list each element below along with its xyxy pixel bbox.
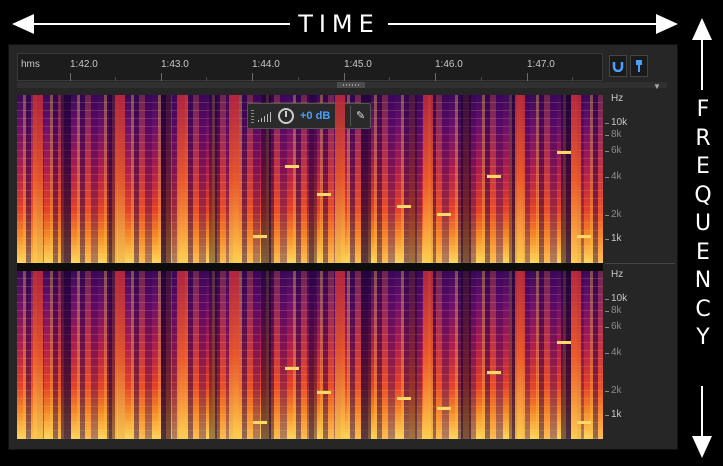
ruler-tick-label: 1:44.0	[252, 59, 280, 70]
axis-unit: Hz	[611, 93, 624, 104]
axis-label: 8k	[611, 129, 622, 140]
arrow-right-icon	[656, 14, 678, 34]
axis-label: 4k	[611, 171, 622, 182]
axis-label: 2k	[611, 385, 622, 396]
magnet-icon	[612, 62, 624, 72]
axis-label: 4k	[611, 347, 622, 358]
ruler-tick-label: 1:45.0	[344, 59, 372, 70]
marker-button[interactable]	[630, 55, 648, 77]
time-annotation: TIME	[0, 8, 683, 40]
frequency-axis-top: Hz 10k 8k 6k 4k 2k 1k	[605, 93, 675, 263]
ruler-unit-label: hms	[21, 59, 40, 70]
spectral-editor-panel: hms 1:42.0 1:43.0 1:44.0 1:45.0 1:46.0 1…	[8, 44, 678, 450]
scroll-menu-icon[interactable]: ▼	[653, 82, 661, 91]
pin-icon[interactable]: ✎	[356, 109, 365, 122]
arrow-down-icon	[692, 436, 712, 458]
axis-label: 6k	[611, 145, 622, 156]
horizontal-scrollbar[interactable]	[17, 82, 667, 88]
snap-magnet-button[interactable]	[609, 55, 627, 77]
ruler-tick-label: 1:43.0	[161, 59, 189, 70]
spectrogram-channel-bottom[interactable]	[17, 271, 603, 439]
ruler-tick-label: 1:47.0	[527, 59, 555, 70]
scrollbar-thumb[interactable]	[337, 82, 365, 88]
gain-hud[interactable]: +0 dB ✎	[247, 103, 371, 129]
axis-label: 1k	[611, 409, 622, 420]
ruler-tick-label: 1:46.0	[435, 59, 463, 70]
axis-label: 10k	[611, 117, 628, 128]
frequency-annotation: F R E Q U E N C Y	[683, 0, 723, 466]
time-ruler[interactable]: hms 1:42.0 1:43.0 1:44.0 1:45.0 1:46.0 1…	[17, 53, 603, 81]
gain-value[interactable]: +0 dB	[300, 110, 330, 122]
frequency-label: F R E Q U E N C Y	[694, 97, 712, 350]
axis-label: 6k	[611, 321, 622, 332]
time-label: TIME	[298, 10, 380, 38]
frequency-axis-bottom: Hz 10k 8k 6k 4k 2k 1k	[605, 269, 675, 439]
ruler-tick-label: 1:42.0	[70, 59, 98, 70]
arrow-up-icon	[692, 18, 712, 40]
axis-unit: Hz	[611, 269, 624, 280]
gain-knob-icon[interactable]	[278, 108, 294, 124]
marker-pin-icon	[636, 60, 642, 72]
axis-label: 8k	[611, 305, 622, 316]
hud-drag-handle[interactable]	[251, 110, 254, 124]
axis-label: 10k	[611, 293, 628, 304]
axis-label: 1k	[611, 233, 622, 244]
axis-label: 2k	[611, 209, 622, 220]
channel-divider	[17, 263, 603, 271]
level-meter-icon	[258, 112, 274, 122]
